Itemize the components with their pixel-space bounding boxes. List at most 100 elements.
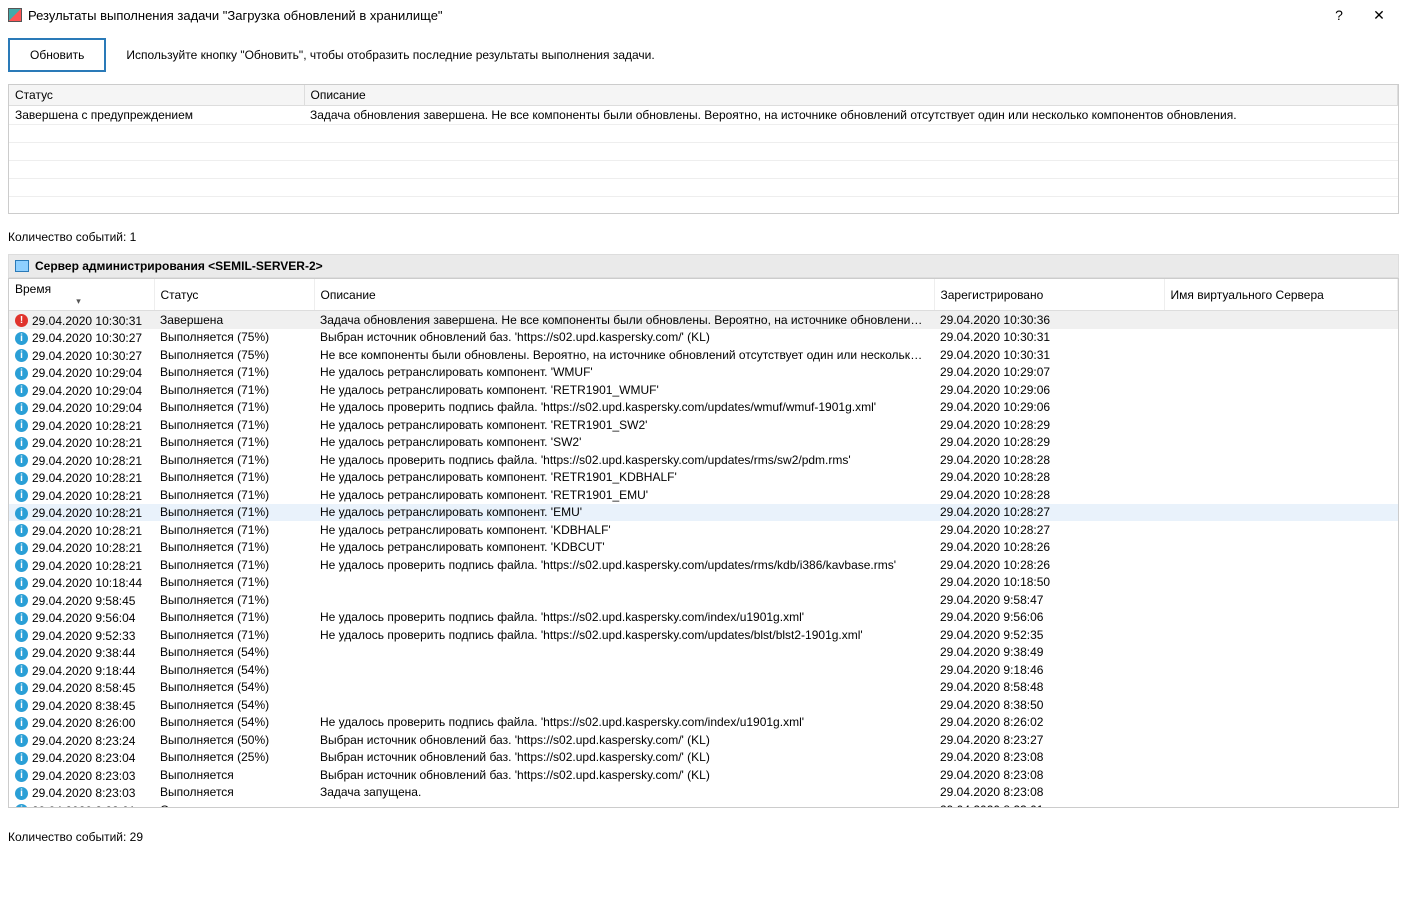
cell-time: i29.04.2020 10:28:21 <box>9 539 154 557</box>
cell-status: Выполняется (71%) <box>154 434 314 452</box>
event-row[interactable]: i29.04.2020 8:58:45 Выполняется (54%) 29… <box>9 679 1398 697</box>
event-row[interactable]: i29.04.2020 10:28:21 Выполняется (71%) Н… <box>9 556 1398 574</box>
cell-time: i29.04.2020 10:29:04 <box>9 381 154 399</box>
col-status[interactable]: Статус <box>154 279 314 311</box>
cell-vs <box>1164 731 1398 749</box>
event-row[interactable]: i29.04.2020 10:28:21 Выполняется (71%) Н… <box>9 521 1398 539</box>
cell-vs <box>1164 346 1398 364</box>
cell-time: i29.04.2020 10:30:27 <box>9 329 154 347</box>
event-row[interactable]: i29.04.2020 8:23:03 Выполняется Задача з… <box>9 784 1398 802</box>
info-icon: i <box>15 594 28 607</box>
event-row[interactable]: i29.04.2020 10:29:04 Выполняется (71%) Н… <box>9 399 1398 417</box>
cell-status: Выполняется (54%) <box>154 696 314 714</box>
cell-desc: Выбран источник обновлений баз. 'https:/… <box>314 766 934 784</box>
event-row[interactable]: i29.04.2020 8:23:04 Выполняется (25%) Вы… <box>9 749 1398 767</box>
cell-desc: Не удалось проверить подпись файла. 'htt… <box>314 609 934 627</box>
col-reg[interactable]: Зарегистрировано <box>934 279 1164 311</box>
event-row[interactable]: i29.04.2020 10:28:21 Выполняется (71%) Н… <box>9 434 1398 452</box>
cell-vs <box>1164 504 1398 522</box>
event-row[interactable]: i29.04.2020 10:29:04 Выполняется (71%) Н… <box>9 381 1398 399</box>
cell-desc: Задача запущена. <box>314 784 934 802</box>
cell-time: i29.04.2020 10:28:21 <box>9 416 154 434</box>
col-time[interactable]: Время▾ <box>9 279 154 311</box>
cell-status: Выполняется (50%) <box>154 731 314 749</box>
cell-status: Выполняется (71%) <box>154 504 314 522</box>
event-row[interactable]: i29.04.2020 10:18:44 Выполняется (71%) 2… <box>9 574 1398 592</box>
event-row[interactable]: i29.04.2020 8:38:45 Выполняется (54%) 29… <box>9 696 1398 714</box>
event-row[interactable]: i29.04.2020 10:30:27 Выполняется (75%) В… <box>9 329 1398 347</box>
event-row[interactable]: i29.04.2020 10:29:04 Выполняется (71%) Н… <box>9 364 1398 382</box>
info-icon: i <box>15 454 28 467</box>
server-header[interactable]: Сервер администрирования <SEMIL-SERVER-2… <box>8 254 1399 278</box>
info-icon: i <box>15 349 28 362</box>
cell-status: Выполняется (54%) <box>154 714 314 732</box>
cell-time: i29.04.2020 9:18:44 <box>9 661 154 679</box>
cell-desc: Не удалось ретранслировать компонент. 'S… <box>314 434 934 452</box>
event-row[interactable]: i29.04.2020 9:52:33 Выполняется (71%) Не… <box>9 626 1398 644</box>
cell-reg: 29.04.2020 10:28:26 <box>934 539 1164 557</box>
refresh-button[interactable]: Обновить <box>8 38 106 72</box>
event-row[interactable]: i29.04.2020 10:30:27 Выполняется (75%) Н… <box>9 346 1398 364</box>
cell-reg: 29.04.2020 8:23:08 <box>934 784 1164 802</box>
server-icon <box>15 260 29 272</box>
app-icon <box>8 8 22 22</box>
cell-vs <box>1164 539 1398 557</box>
cell-reg: 29.04.2020 10:28:29 <box>934 434 1164 452</box>
event-row[interactable]: i29.04.2020 10:28:21 Выполняется (71%) Н… <box>9 416 1398 434</box>
cell-reg: 29.04.2020 9:38:49 <box>934 644 1164 662</box>
cell-vs <box>1164 714 1398 732</box>
cell-status: Выполняется <box>154 784 314 802</box>
cell-time: i29.04.2020 8:26:00 <box>9 714 154 732</box>
event-row[interactable]: i29.04.2020 8:23:03 Выполняется Выбран и… <box>9 766 1398 784</box>
cell-reg: 29.04.2020 8:23:08 <box>934 766 1164 784</box>
event-row[interactable]: i29.04.2020 10:28:21 Выполняется (71%) Н… <box>9 539 1398 557</box>
cell-reg: 29.04.2020 8:23:08 <box>934 749 1164 767</box>
event-row[interactable]: i29.04.2020 8:23:01 Ожидает выполнения 2… <box>9 801 1398 808</box>
cell-status: Выполняется (25%) <box>154 749 314 767</box>
summary-row[interactable]: Завершена с предупреждениемЗадача обновл… <box>9 106 1398 125</box>
toolbar-hint: Используйте кнопку "Обновить", чтобы ото… <box>126 48 654 62</box>
col-desc[interactable]: Описание <box>304 85 1398 106</box>
event-row[interactable]: i29.04.2020 8:23:24 Выполняется (50%) Вы… <box>9 731 1398 749</box>
cell-desc: Выбран источник обновлений баз. 'https:/… <box>314 329 934 347</box>
event-row[interactable]: i29.04.2020 8:26:00 Выполняется (54%) Не… <box>9 714 1398 732</box>
cell-status: Выполняется (54%) <box>154 679 314 697</box>
cell-status: Выполняется (71%) <box>154 539 314 557</box>
event-row[interactable]: i29.04.2020 10:28:21 Выполняется (71%) Н… <box>9 451 1398 469</box>
cell-reg: 29.04.2020 10:28:29 <box>934 416 1164 434</box>
col-status[interactable]: Статус <box>9 85 304 106</box>
event-row[interactable]: i29.04.2020 9:18:44 Выполняется (54%) 29… <box>9 661 1398 679</box>
event-scrollbar[interactable] <box>8 814 1399 828</box>
cell-desc <box>314 644 934 662</box>
col-vs[interactable]: Имя виртуального Сервера <box>1164 279 1398 311</box>
event-grid[interactable]: Время▾ Статус Описание Зарегистрировано … <box>8 278 1399 808</box>
summary-scrollbar[interactable] <box>8 214 1399 228</box>
cell-status: Выполняется (75%) <box>154 346 314 364</box>
info-icon: i <box>15 542 28 555</box>
summary-grid[interactable]: Статус Описание Завершена с предупрежден… <box>8 84 1399 214</box>
event-row[interactable]: !29.04.2020 10:30:31 Завершена Задача об… <box>9 311 1398 329</box>
cell-vs <box>1164 311 1398 329</box>
event-row[interactable]: i29.04.2020 9:58:45 Выполняется (71%) 29… <box>9 591 1398 609</box>
cell-desc <box>314 591 934 609</box>
event-row[interactable]: i29.04.2020 10:28:21 Выполняется (71%) Н… <box>9 486 1398 504</box>
cell-reg: 29.04.2020 8:23:01 <box>934 801 1164 808</box>
col-desc[interactable]: Описание <box>314 279 934 311</box>
info-icon: i <box>15 612 28 625</box>
info-icon: i <box>15 437 28 450</box>
event-row[interactable]: i29.04.2020 9:38:44 Выполняется (54%) 29… <box>9 644 1398 662</box>
help-button[interactable]: ? <box>1319 7 1359 23</box>
cell-status: Выполняется (71%) <box>154 399 314 417</box>
info-icon: i <box>15 752 28 765</box>
event-row[interactable]: i29.04.2020 10:28:21 Выполняется (71%) Н… <box>9 504 1398 522</box>
close-button[interactable]: ✕ <box>1359 7 1399 24</box>
cell-reg: 29.04.2020 8:38:50 <box>934 696 1164 714</box>
cell-time: i29.04.2020 10:28:21 <box>9 434 154 452</box>
event-row[interactable]: i29.04.2020 9:56:04 Выполняется (71%) Не… <box>9 609 1398 627</box>
cell-status: Выполняется (54%) <box>154 661 314 679</box>
cell-desc: Не удалось ретранслировать компонент. 'R… <box>314 381 934 399</box>
cell-time: i29.04.2020 9:38:44 <box>9 644 154 662</box>
event-row[interactable]: i29.04.2020 10:28:21 Выполняется (71%) Н… <box>9 469 1398 487</box>
cell-desc: Не удалось ретранслировать компонент. 'K… <box>314 539 934 557</box>
cell-status: Выполняется (71%) <box>154 469 314 487</box>
